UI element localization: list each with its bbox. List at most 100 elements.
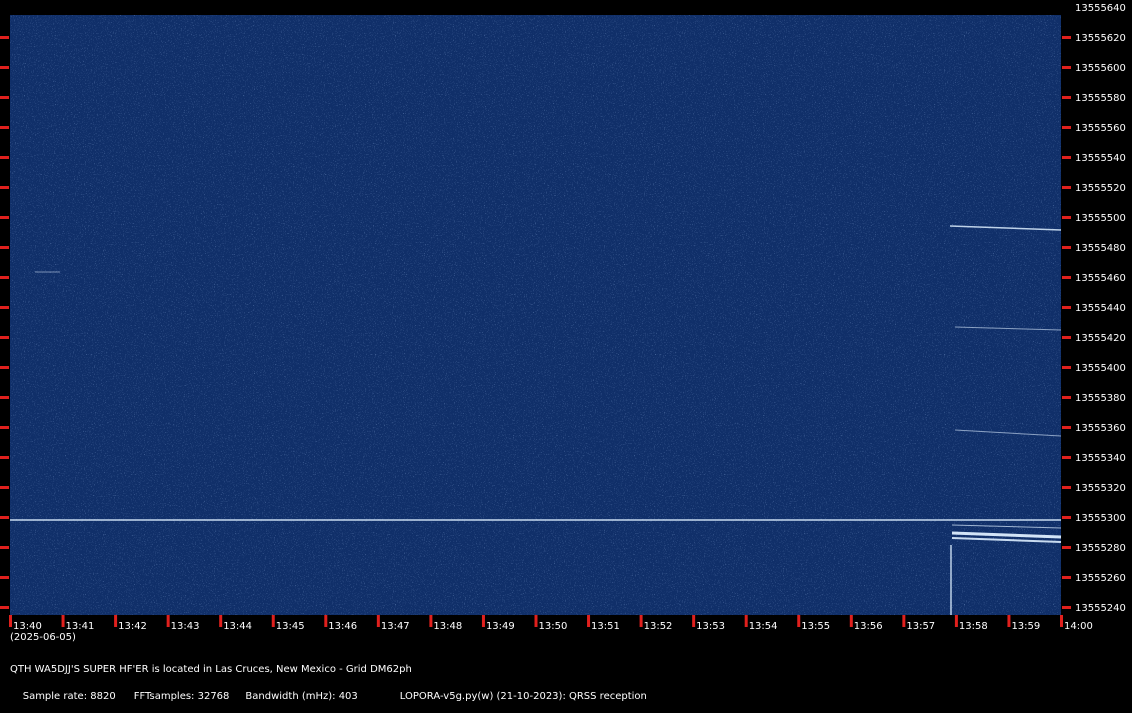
frequency-label: 13555260 (1075, 573, 1126, 584)
frequency-label: 13555300 (1075, 513, 1126, 524)
right-tick (1062, 576, 1071, 579)
frequency-label: 13555500 (1075, 213, 1126, 224)
right-tick (1062, 546, 1071, 549)
time-tick (849, 615, 853, 627)
time-tick (114, 615, 118, 627)
right-tick (1062, 246, 1071, 249)
time-tick (954, 615, 958, 627)
frequency-label: 13555420 (1075, 333, 1126, 344)
time-label: 13:42 (118, 621, 147, 632)
time-tick (481, 615, 485, 627)
left-tick (0, 426, 9, 429)
right-tick (1062, 606, 1071, 609)
frequency-label: 13555380 (1075, 393, 1126, 404)
time-tick (324, 615, 328, 627)
left-tick (0, 186, 9, 189)
time-tick (744, 615, 748, 627)
left-tick (0, 126, 9, 129)
time-tick (639, 615, 643, 627)
time-label: 13:53 (696, 621, 725, 632)
time-label: 13:51 (591, 621, 620, 632)
left-tick (0, 546, 9, 549)
left-tick (0, 516, 9, 519)
time-label: 13:56 (854, 621, 883, 632)
date-label: (2025-06-05) (10, 632, 76, 643)
right-tick (1062, 216, 1071, 219)
left-tick (0, 396, 9, 399)
time-tick (902, 615, 906, 627)
right-tick (1062, 156, 1071, 159)
time-tick (692, 615, 696, 627)
frequency-label: 13555440 (1075, 303, 1126, 314)
left-tick (0, 246, 9, 249)
left-tick (0, 66, 9, 69)
left-tick (0, 156, 9, 159)
time-tick (9, 615, 12, 627)
time-tick (587, 615, 591, 627)
time-label: 13:54 (749, 621, 778, 632)
right-tick (1062, 36, 1071, 39)
left-tick (0, 336, 9, 339)
left-tick (0, 606, 9, 609)
time-label: 13:57 (906, 621, 935, 632)
right-tick (1062, 486, 1071, 489)
time-label: 13:46 (328, 621, 357, 632)
station-description: QTH WA5DJJ'S SUPER HF'ER is located in L… (10, 664, 412, 675)
time-label: 13:44 (223, 621, 252, 632)
frequency-label: 13555580 (1075, 93, 1126, 104)
time-label: 13:59 (1011, 621, 1040, 632)
left-tick (0, 276, 9, 279)
time-label: 13:41 (66, 621, 95, 632)
left-tick (0, 456, 9, 459)
right-tick (1062, 516, 1071, 519)
time-label: 13:55 (801, 621, 830, 632)
frequency-label: 13555620 (1075, 33, 1126, 44)
right-tick (1062, 96, 1071, 99)
time-label: 13:40 (13, 621, 42, 632)
time-label: 13:48 (433, 621, 462, 632)
time-label: 13:52 (644, 621, 673, 632)
time-label: 13:45 (276, 621, 305, 632)
time-label: 13:58 (959, 621, 988, 632)
frequency-label: 13555540 (1075, 153, 1126, 164)
right-tick-marks (1062, 36, 1071, 609)
right-tick (1062, 366, 1071, 369)
time-tick (271, 615, 275, 627)
frequency-label: 13555640 (1075, 3, 1126, 14)
time-tick (797, 615, 801, 627)
time-tick (1060, 615, 1063, 627)
frequency-label: 13555560 (1075, 123, 1126, 134)
left-tick (0, 576, 9, 579)
qrss-grabber-view: 13555640 13555620 13555600 13555580 13555560… (0, 0, 1132, 702)
frequency-label: 13555480 (1075, 243, 1126, 254)
frequency-label: 13555320 (1075, 483, 1126, 494)
right-tick (1062, 186, 1071, 189)
left-tick-marks (0, 36, 9, 609)
time-tick (61, 615, 65, 627)
left-tick (0, 486, 9, 489)
frequency-label: 13555520 (1075, 183, 1126, 194)
time-tick (166, 615, 170, 627)
right-tick (1062, 306, 1071, 309)
frequency-label: 13555600 (1075, 63, 1126, 74)
right-tick (1062, 276, 1071, 279)
frequency-label: 13555280 (1075, 543, 1126, 554)
time-label: 13:50 (539, 621, 568, 632)
right-tick (1062, 426, 1071, 429)
time-tick-marks (9, 615, 1063, 627)
time-tick (429, 615, 433, 627)
right-tick (1062, 126, 1071, 129)
time-tick (219, 615, 223, 627)
frequency-label: 13555240 (1075, 603, 1126, 614)
right-tick (1062, 456, 1071, 459)
frequency-label: 13555400 (1075, 363, 1126, 374)
left-tick (0, 36, 9, 39)
time-label: 13:47 (381, 621, 410, 632)
frequency-label: 13555340 (1075, 453, 1126, 464)
left-tick (0, 96, 9, 99)
time-label: 13:49 (486, 621, 515, 632)
time-tick (1007, 615, 1011, 627)
left-tick (0, 306, 9, 309)
right-tick (1062, 66, 1071, 69)
waterfall-noise-texture (10, 15, 1061, 615)
